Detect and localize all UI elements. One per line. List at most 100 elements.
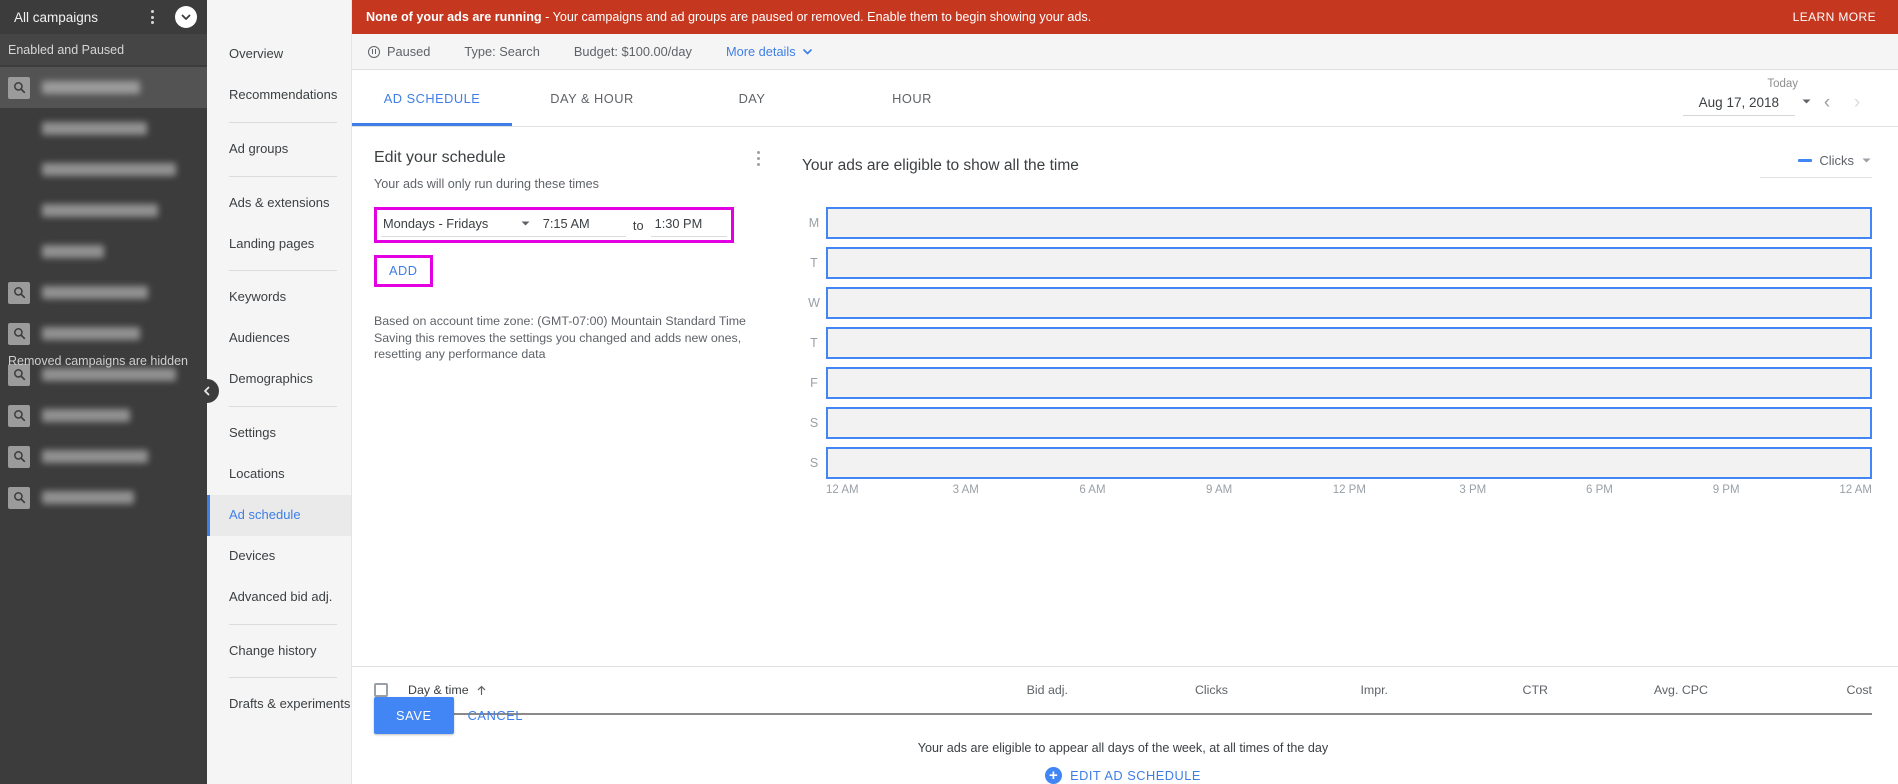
column-day-time[interactable]: Day & time xyxy=(408,683,954,697)
tab-day[interactable]: DAY xyxy=(672,70,832,126)
nav-divider xyxy=(229,677,337,679)
sidebar-item-recommendations[interactable]: Recommendations xyxy=(207,75,351,116)
campaign-list-item[interactable] xyxy=(0,190,207,231)
campaign-list-item[interactable] xyxy=(0,149,207,190)
end-time-input[interactable]: 1:30 PM xyxy=(650,213,727,237)
sidebar-item-ads-extensions[interactable]: Ads & extensions xyxy=(207,183,351,224)
column-cost[interactable]: Cost xyxy=(1754,683,1872,697)
schedule-grid-row: M xyxy=(802,203,1872,243)
chevron-down-icon[interactable] xyxy=(1801,94,1812,112)
campaign-icon-placeholder xyxy=(8,200,30,222)
next-date-button[interactable]: › xyxy=(1842,92,1872,118)
more-vert-icon[interactable] xyxy=(143,10,161,24)
campaign-name-redacted xyxy=(42,245,104,258)
day-coverage-bar[interactable] xyxy=(826,407,1872,439)
chevron-down-icon[interactable] xyxy=(1861,155,1872,166)
nav-divider xyxy=(229,623,337,625)
sidebar-item-devices[interactable]: Devices xyxy=(207,536,351,577)
table-header-row: Day & time Bid adj. Clicks Impr. CTR Avg… xyxy=(374,667,1872,715)
schedule-grid-row: F xyxy=(802,363,1872,403)
sidebar-item-audiences[interactable]: Audiences xyxy=(207,318,351,359)
campaign-name-redacted xyxy=(42,368,176,381)
schedule-grid-row: W xyxy=(802,283,1872,323)
campaign-icon-placeholder xyxy=(8,159,30,181)
more-vert-icon[interactable] xyxy=(757,151,760,166)
campaign-name-redacted xyxy=(42,81,140,94)
campaign-icon-placeholder xyxy=(8,241,30,263)
cancel-button[interactable]: CANCEL xyxy=(468,708,524,723)
day-coverage-bar[interactable] xyxy=(826,327,1872,359)
campaign-type: Type: Search xyxy=(464,44,540,59)
column-clicks[interactable]: Clicks xyxy=(1114,683,1274,697)
days-select[interactable]: Mondays - Fridays xyxy=(381,213,533,237)
campaign-list-item[interactable] xyxy=(0,108,207,149)
more-details-label: More details xyxy=(725,44,796,59)
checkbox-icon[interactable] xyxy=(374,683,388,697)
table-empty-state: Your ads are eligible to appear all days… xyxy=(374,715,1872,784)
campaign-list-item[interactable] xyxy=(0,313,207,354)
sidebar-item-overview[interactable]: Overview xyxy=(207,34,351,75)
campaign-list-item[interactable] xyxy=(0,272,207,313)
chevron-left-icon[interactable] xyxy=(195,379,219,403)
day-coverage-bar[interactable] xyxy=(826,367,1872,399)
column-bid-adj[interactable]: Bid adj. xyxy=(954,683,1114,697)
column-day-time-label: Day & time xyxy=(408,683,469,697)
campaign-list-item[interactable] xyxy=(0,436,207,477)
sidebar-item-change-history[interactable]: Change history xyxy=(207,631,351,672)
content-area: Edit your schedule Your ads will only ru… xyxy=(352,127,1898,734)
campaign-status-bar: Paused Type: Search Budget: $100.00/day … xyxy=(352,34,1898,70)
sidebar-item-settings[interactable]: Settings xyxy=(207,413,351,454)
tab-day-hour[interactable]: DAY & HOUR xyxy=(512,70,672,126)
chevron-down-icon xyxy=(521,221,530,226)
axis-tick-label: 9 PM xyxy=(1712,484,1740,496)
campaign-list-item[interactable] xyxy=(0,477,207,518)
day-coverage-bar[interactable] xyxy=(826,247,1872,279)
column-avg-cpc[interactable]: Avg. CPC xyxy=(1594,683,1754,697)
edit-ad-schedule-label: EDIT AD SCHEDULE xyxy=(1070,768,1201,783)
sidebar-item-drafts-experiments[interactable]: Drafts & experiments xyxy=(207,684,351,725)
add-schedule-button[interactable]: ADD xyxy=(389,263,418,278)
tab-ad-schedule[interactable]: AD SCHEDULE xyxy=(352,70,512,126)
sidebar-item-ad-schedule[interactable]: Ad schedule xyxy=(207,494,351,536)
alert-headline: None of your ads are running xyxy=(366,10,542,24)
learn-more-link[interactable]: LEARN MORE xyxy=(1793,10,1876,24)
edit-ad-schedule-button[interactable]: EDIT AD SCHEDULE xyxy=(374,767,1872,784)
chevron-down-icon[interactable] xyxy=(175,6,197,28)
nav-divider xyxy=(229,270,337,272)
campaign-list-item[interactable] xyxy=(0,231,207,272)
start-time-input[interactable]: 7:15 AM xyxy=(532,213,626,237)
schedule-grid-row: S xyxy=(802,403,1872,443)
campaign-budget: Budget: $100.00/day xyxy=(573,44,692,59)
schedule-grid: M T W T F S S xyxy=(802,203,1872,483)
column-impr[interactable]: Impr. xyxy=(1274,683,1434,697)
day-coverage-bar[interactable] xyxy=(826,207,1872,239)
campaign-list-item[interactable] xyxy=(0,395,207,436)
sidebar-item-keywords[interactable]: Keywords xyxy=(207,277,351,318)
sidebar-item-ad-groups[interactable]: Ad groups xyxy=(207,129,351,170)
column-ctr[interactable]: CTR xyxy=(1434,683,1594,697)
prev-date-button[interactable]: ‹ xyxy=(1812,92,1842,118)
axis-tick-label: 3 AM xyxy=(952,484,979,496)
sidebar-item-landing-pages[interactable]: Landing pages xyxy=(207,224,351,265)
search-campaign-icon xyxy=(8,486,30,509)
day-label: T xyxy=(810,336,818,350)
more-details-button[interactable]: More details xyxy=(726,44,813,59)
date-range-selector: Today Aug 17, 2018 ‹ › xyxy=(1683,78,1872,118)
sidebar-item-advanced-bid-adj[interactable]: Advanced bid adj. xyxy=(207,577,351,618)
tab-hour[interactable]: HOUR xyxy=(832,70,992,126)
date-value[interactable]: Aug 17, 2018 xyxy=(1683,95,1795,116)
add-button-highlight: ADD xyxy=(374,255,433,287)
day-coverage-bar[interactable] xyxy=(826,287,1872,319)
reset-warning-note: Saving this removes the settings you cha… xyxy=(374,330,742,362)
axis-tick-label: 9 AM xyxy=(1206,484,1233,496)
day-coverage-bar[interactable] xyxy=(826,447,1872,479)
chart-title: Your ads are eligible to show all the ti… xyxy=(802,157,1079,174)
sidebar-item-demographics[interactable]: Demographics xyxy=(207,359,351,400)
campaign-list-item[interactable] xyxy=(0,67,207,108)
edit-schedule-panel: Edit your schedule Your ads will only ru… xyxy=(352,127,782,734)
save-button[interactable]: SAVE xyxy=(374,697,454,734)
nav-divider xyxy=(229,121,337,123)
sidebar-item-locations[interactable]: Locations xyxy=(207,454,351,495)
rail-filter-label[interactable]: Enabled and Paused xyxy=(0,34,207,65)
day-label: S xyxy=(809,456,819,470)
